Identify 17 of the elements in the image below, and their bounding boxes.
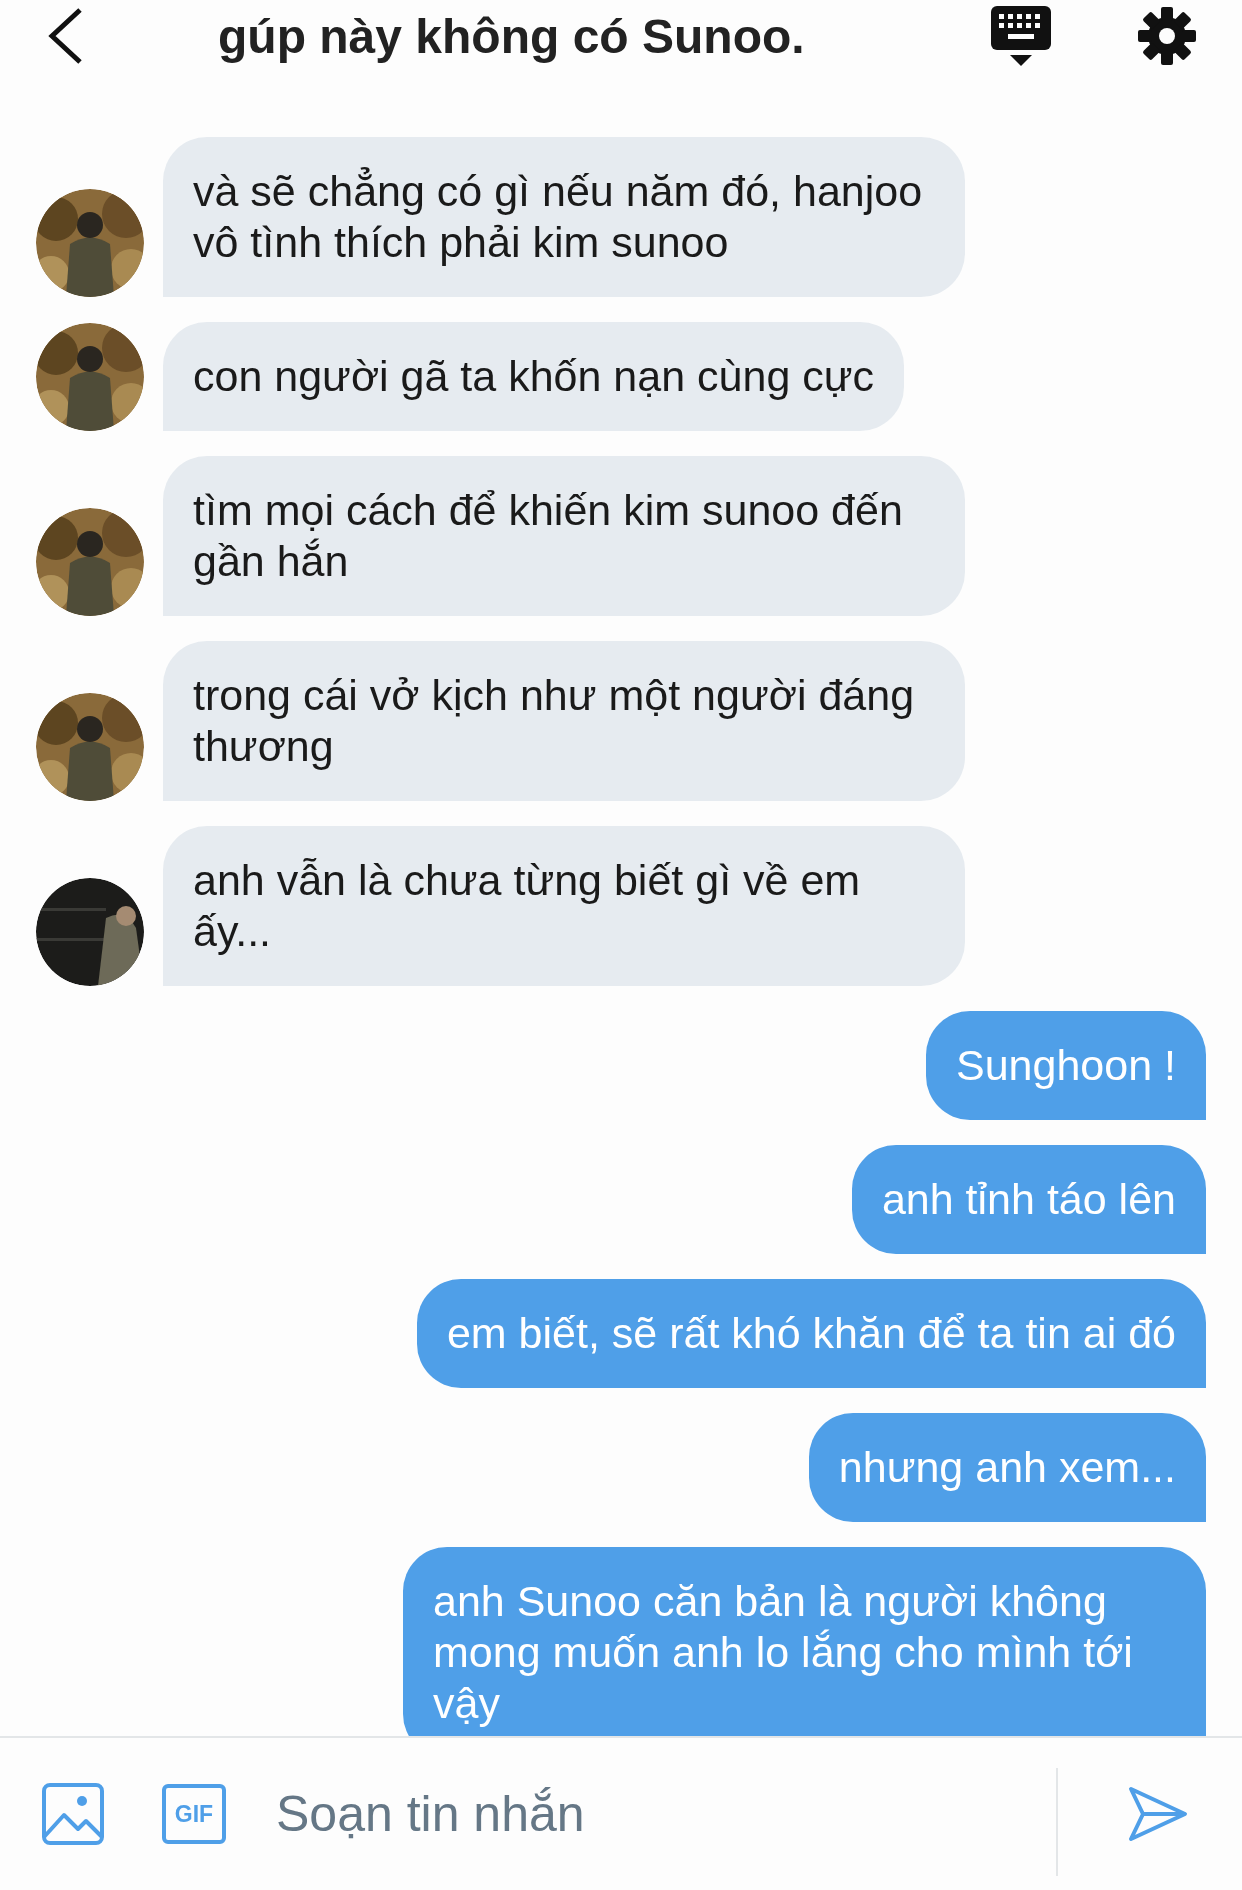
message-bubble: và sẽ chẳng có gì nếu năm đó, hanjoo vô tình thích phải kim sunoo — [163, 137, 965, 297]
gif-button[interactable]: GIF — [162, 1784, 226, 1844]
image-icon[interactable] — [42, 1783, 104, 1845]
message-input[interactable]: Soạn tin nhắn — [276, 1785, 1042, 1843]
keyboard-icon[interactable] — [990, 5, 1052, 67]
settings-icon[interactable] — [1137, 6, 1197, 66]
chat-title: gúp này không có Sunoo. — [218, 8, 806, 64]
message-bubble: em biết, sẽ rất khó khăn để ta tin ai đó — [416, 1279, 1206, 1388]
message-bubble: anh vẫn là chưa từng biết gì về em ấy... — [163, 826, 965, 986]
send-icon[interactable] — [1128, 1786, 1188, 1842]
message-bubble: tìm mọi cách để khiến kim sunoo đến gần hắn — [163, 456, 965, 616]
message-bubble: trong cái vở kịch như một người đáng thương — [163, 641, 965, 801]
message-bubble: con người gã ta khốn nạn cùng cực — [163, 322, 905, 431]
message-bubble: anh Sunoo căn bản là người không mong muốn anh lo lắng cho mình tới vậy — [403, 1547, 1206, 1736]
message-bubble: anh tỉnh táo lên — [851, 1145, 1206, 1254]
message-bubble: Sunghoon ! — [926, 1011, 1206, 1120]
message-bubble: nhưng anh xem... — [808, 1413, 1206, 1522]
